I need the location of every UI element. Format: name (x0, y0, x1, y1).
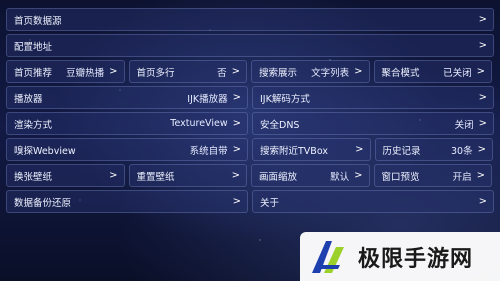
site-watermark: 极限手游网 (300, 232, 500, 281)
chevron-right-icon: > (355, 144, 364, 155)
search-tvbox-label: 搜索附近TVBox (260, 145, 328, 157)
chevron-right-icon: > (109, 66, 118, 77)
settings-row: 首页数据源 > (6, 8, 494, 31)
chevron-right-icon: > (232, 92, 241, 103)
window-preview-value: 开启 (452, 171, 472, 183)
backup-restore-label: 数据备份还原 (14, 197, 72, 209)
reset-wallpaper-label: 重置壁纸 (136, 171, 175, 183)
change-wallpaper-item[interactable]: 换张壁纸 > (6, 164, 125, 187)
config-url-item[interactable]: 配置地址 > (6, 34, 494, 57)
chevron-right-icon: > (232, 118, 241, 129)
aggregate-mode-label: 聚合模式 (381, 67, 420, 79)
settings-grid: 首页数据源 > 配置地址 > 首页推荐 豆瓣热播 > 首页多行 否 > 搜索展示… (6, 8, 494, 216)
chevron-right-icon: > (232, 144, 241, 155)
home-multiline-item[interactable]: 首页多行 否 > (128, 60, 247, 83)
settings-row: 嗅探Webview 系统自带 > 搜索附近TVBox > 历史记录 30条 > (6, 138, 494, 161)
chevron-right-icon: > (232, 196, 241, 207)
settings-row: 换张壁纸 > 重置壁纸 > 画面缩放 默认 > 窗口预览 开启 > (6, 164, 494, 187)
chevron-right-icon: > (476, 66, 485, 77)
chevron-right-icon: > (478, 118, 487, 129)
search-display-item[interactable]: 搜索展示 文字列表 > (251, 60, 370, 83)
sniff-webview-label: 嗅探Webview (14, 145, 76, 157)
about-label: 关于 (260, 197, 280, 209)
home-recommend-label: 首页推荐 (14, 67, 53, 79)
settings-row: 首页推荐 豆瓣热播 > 首页多行 否 > 搜索展示 文字列表 > 聚合模式 已关… (6, 60, 494, 83)
history-label: 历史记录 (382, 145, 421, 157)
player-value: IJK播放器 (187, 93, 228, 105)
chevron-right-icon: > (478, 92, 487, 103)
backup-restore-item[interactable]: 数据备份还原 > (6, 190, 248, 213)
chevron-right-icon: > (354, 66, 363, 77)
home-multiline-value: 否 (217, 67, 227, 79)
chevron-right-icon: > (231, 66, 240, 77)
aggregate-mode-item[interactable]: 聚合模式 已关闭 > (373, 60, 492, 83)
window-preview-label: 窗口预览 (381, 171, 420, 183)
watermark-text: 极限手游网 (358, 245, 474, 272)
chevron-right-icon: > (476, 170, 485, 181)
home-source-label: 首页数据源 (14, 15, 62, 27)
window-preview-item[interactable]: 窗口预览 开启 > (373, 164, 492, 187)
secure-dns-item[interactable]: 安全DNS 关闭 > (252, 112, 494, 135)
aggregate-mode-value: 已关闭 (443, 67, 472, 79)
player-item[interactable]: 播放器 IJK播放器 > (6, 86, 248, 109)
home-recommend-item[interactable]: 首页推荐 豆瓣热播 > (6, 60, 125, 83)
config-url-label: 配置地址 (14, 41, 53, 53)
ijk-decode-item[interactable]: IJK解码方式 > (252, 86, 494, 109)
history-item[interactable]: 历史记录 30条 > (374, 138, 493, 161)
chevron-right-icon: > (478, 196, 487, 207)
search-tvbox-item[interactable]: 搜索附近TVBox > (252, 138, 371, 161)
settings-row: 播放器 IJK播放器 > IJK解码方式 > (6, 86, 494, 109)
screen-scale-label: 画面缩放 (259, 171, 298, 183)
player-label: 播放器 (14, 93, 43, 105)
about-item[interactable]: 关于 > (252, 190, 494, 213)
screen-scale-item[interactable]: 画面缩放 默认 > (251, 164, 370, 187)
search-display-value: 文字列表 (311, 67, 350, 79)
secure-dns-label: 安全DNS (260, 119, 300, 131)
chevron-right-icon: > (109, 170, 118, 181)
settings-row: 渲染方式 TextureView > 安全DNS 关闭 > (6, 112, 494, 135)
chevron-right-icon: > (354, 170, 363, 181)
sniff-webview-value: 系统自带 (189, 145, 228, 157)
home-multiline-label: 首页多行 (136, 67, 175, 79)
chevron-right-icon: > (478, 14, 487, 25)
render-mode-item[interactable]: 渲染方式 TextureView > (6, 112, 248, 135)
ijk-decode-label: IJK解码方式 (260, 93, 310, 105)
history-value: 30条 (451, 145, 473, 157)
settings-row: 配置地址 > (6, 34, 494, 57)
settings-row: 数据备份还原 > 关于 > (6, 190, 494, 213)
home-recommend-value: 豆瓣热播 (66, 67, 105, 79)
reset-wallpaper-item[interactable]: 重置壁纸 > (128, 164, 247, 187)
render-mode-label: 渲染方式 (14, 119, 53, 131)
site-logo-icon (312, 240, 344, 273)
sniff-webview-item[interactable]: 嗅探Webview 系统自带 > (6, 138, 248, 161)
render-mode-value: TextureView (170, 118, 228, 129)
chevron-right-icon: > (231, 170, 240, 181)
home-source-item[interactable]: 首页数据源 > (6, 8, 494, 31)
chevron-right-icon: > (477, 144, 486, 155)
screen-scale-value: 默认 (330, 171, 350, 183)
search-display-label: 搜索展示 (259, 67, 298, 79)
change-wallpaper-label: 换张壁纸 (14, 171, 53, 183)
secure-dns-value: 关闭 (454, 119, 474, 131)
chevron-right-icon: > (478, 40, 487, 51)
